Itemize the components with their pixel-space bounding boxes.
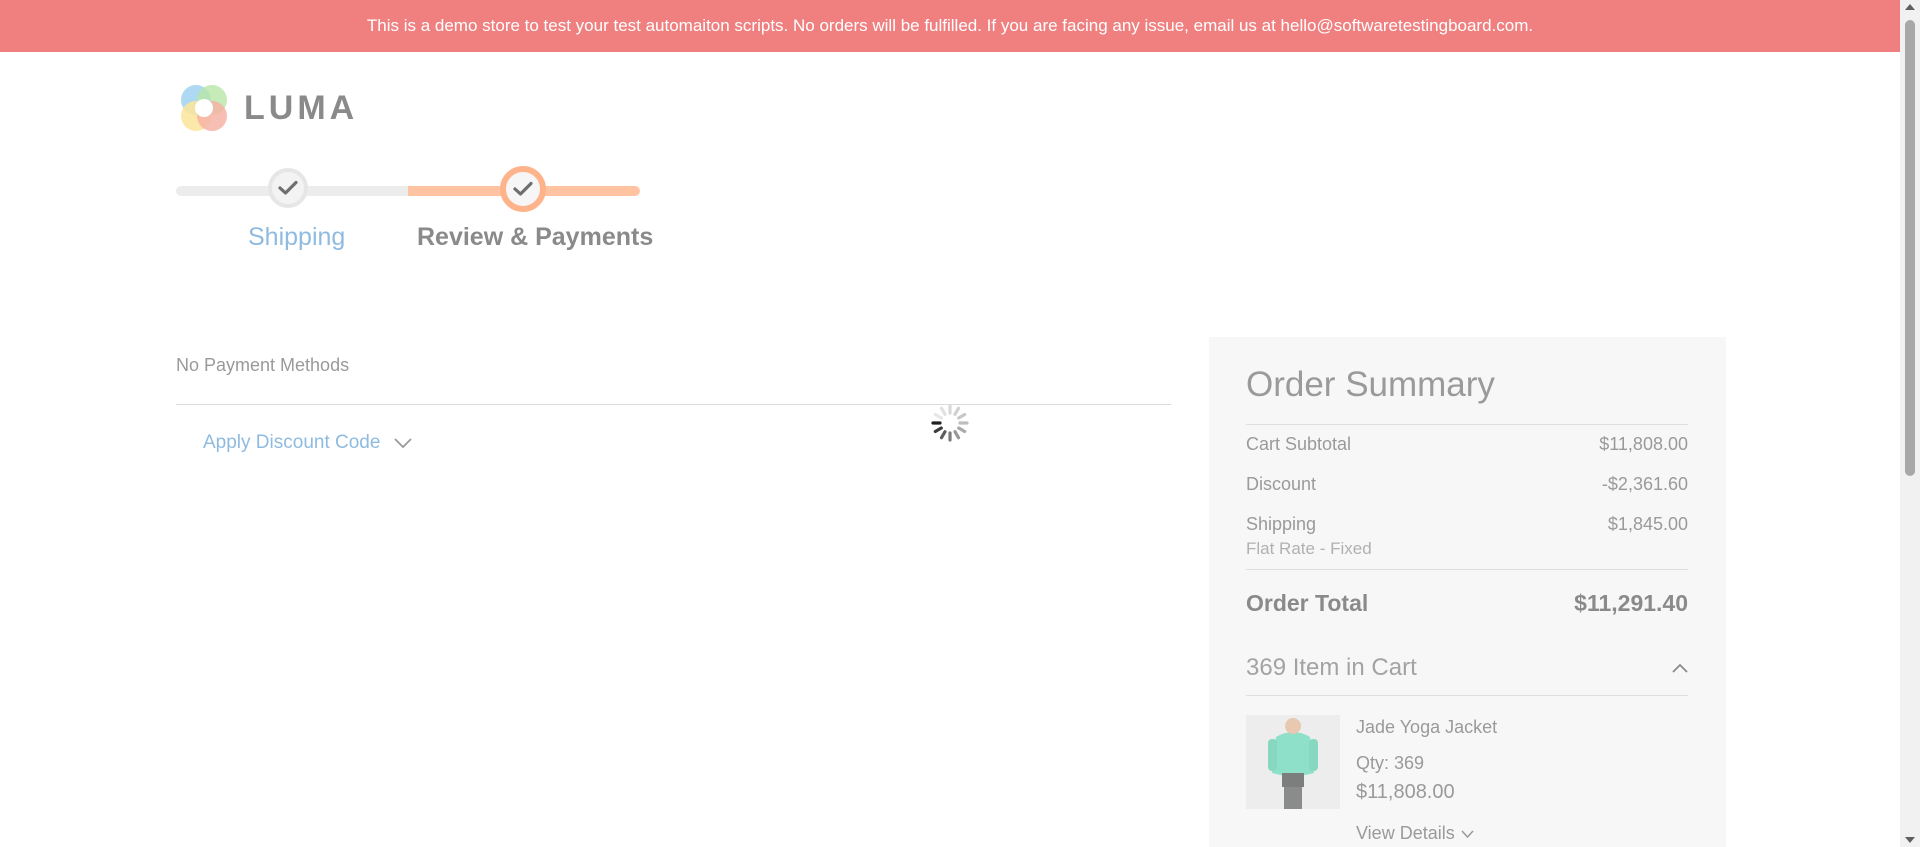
discount-value: -$2,361.60 (1601, 474, 1688, 494)
order-total-label: Order Total (1246, 590, 1369, 616)
order-summary-title: Order Summary (1246, 365, 1495, 404)
cart-subtotal-label: Cart Subtotal (1246, 434, 1352, 454)
chevron-down-icon (1461, 829, 1474, 838)
luma-logo-icon (181, 85, 227, 131)
summary-divider (1246, 424, 1688, 425)
step-shipping-link[interactable]: Shipping (248, 223, 345, 252)
summary-divider (1246, 569, 1688, 570)
checkmark-icon (513, 181, 533, 196)
product-thumbnail (1246, 715, 1340, 809)
step-review-label: Review & Payments (417, 223, 654, 251)
view-details-toggle[interactable]: View Details (1356, 823, 1474, 844)
order-total-row: Order Total $11,291.40 (1246, 590, 1688, 617)
loading-spinner-icon (931, 404, 969, 442)
shipping-value: $1,845.00 (1607, 514, 1688, 534)
shipping-row: Shipping $1,845.00 (1246, 514, 1688, 535)
demo-notice-text: This is a demo store to test your test a… (366, 16, 1534, 35)
checkmark-icon (278, 180, 298, 195)
step-shipping-marker (268, 168, 308, 208)
cart-item: Jade Yoga Jacket Qty: 369 $11,808.00 Vie… (1246, 715, 1688, 843)
scrollbar-thumb[interactable] (1905, 20, 1915, 476)
discount-row: Discount -$2,361.60 (1246, 474, 1688, 495)
shipping-label: Shipping (1246, 514, 1317, 534)
chevron-down-icon (394, 438, 413, 448)
store-logo[interactable]: LUMA (176, 80, 358, 136)
payment-divider (176, 404, 1171, 405)
discount-label: Discount (1246, 474, 1317, 494)
logo-wordmark: LUMA (244, 88, 359, 127)
product-qty: Qty: 369 (1356, 753, 1425, 773)
jacket-product-image-icon (1268, 718, 1318, 809)
items-in-cart-title: 369 Item in Cart (1246, 654, 1417, 681)
order-total-value: $11,291.40 (1574, 590, 1688, 616)
apply-discount-label: Apply Discount Code (203, 432, 381, 453)
order-summary-panel: Order Summary Cart Subtotal $11,808.00 D… (1209, 337, 1726, 847)
view-details-label: View Details (1356, 823, 1455, 843)
summary-divider (1246, 695, 1688, 696)
checkout-progress-bar: Shipping Review & Payments (176, 163, 653, 263)
scroll-down-arrow-icon[interactable] (1905, 837, 1915, 843)
product-name: Jade Yoga Jacket (1356, 717, 1498, 737)
shipping-method-note: Flat Rate - Fixed (1246, 539, 1372, 558)
apply-discount-code-toggle[interactable]: Apply Discount Code (203, 432, 413, 454)
no-payment-methods-text: No Payment Methods (176, 355, 350, 375)
product-price: $11,808.00 (1356, 781, 1455, 803)
page-scrollbar[interactable] (1900, 0, 1920, 847)
cart-subtotal-row: Cart Subtotal $11,808.00 (1246, 434, 1688, 455)
chevron-up-icon (1672, 663, 1688, 673)
scroll-up-arrow-icon[interactable] (1905, 4, 1915, 10)
step-review-marker (500, 166, 546, 212)
demo-notice-bar: This is a demo store to test your test a… (0, 0, 1900, 52)
checkout-page: This is a demo store to test your test a… (0, 0, 1900, 847)
items-in-cart-toggle[interactable]: 369 Item in Cart (1246, 654, 1688, 682)
cart-subtotal-value: $11,808.00 (1599, 434, 1688, 454)
